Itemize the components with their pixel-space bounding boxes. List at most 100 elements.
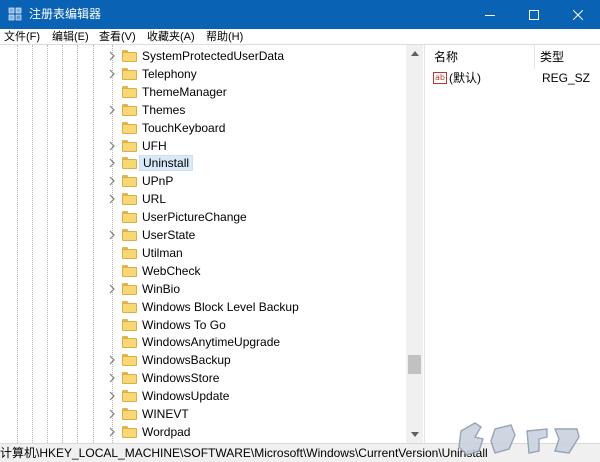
folder-icon [122,175,137,188]
folder-icon [122,264,137,277]
tree-item-label: WebCheck [142,263,201,278]
chevron-up-icon [410,51,419,56]
tree-item[interactable]: WindowsAnytimeUpgrade [0,333,406,351]
regedit-app-icon [8,7,22,21]
chevron-down-icon [410,432,419,437]
tree-item[interactable]: URL [0,190,406,208]
tree-item-label: Windows To Go [142,317,226,332]
chevron-right-icon[interactable] [107,283,117,295]
chevron-right-icon[interactable] [107,354,117,366]
menu-favorites[interactable]: 收藏夹(A) [147,30,195,44]
tree-item[interactable]: Wordpad [0,423,406,441]
column-header-name[interactable]: 名称 [434,45,534,69]
folder-icon [122,139,137,152]
current-key-path: 计算机\HKEY_LOCAL_MACHINE\SOFTWARE\Microsof… [0,446,488,460]
menu-help[interactable]: 帮助(H) [206,30,243,44]
tree-item[interactable]: Windows Block Level Backup [0,298,406,316]
tree-item-label: WindowsStore [142,371,220,386]
menu-bar: 文件(F) 编辑(E) 查看(V) 收藏夹(A) 帮助(H) [0,29,600,45]
folder-icon [122,50,137,62]
key-tree[interactable]: SystemProtectedUserData Telephony ThemeMan… [0,45,426,443]
tree-item[interactable]: Windows To Go [0,316,406,334]
tree-item-label: Telephony [142,66,197,81]
tree-item-label: UserState [142,228,196,242]
tree-item[interactable]: WindowsStore [0,369,406,387]
window-title: 注册表编辑器 [29,7,102,21]
scroll-down-button[interactable] [406,426,423,443]
value-row[interactable]: ab (默认) REG_SZ [428,69,600,87]
chevron-right-icon[interactable] [107,140,117,152]
tree-item-label: Themes [142,102,186,117]
folder-icon [122,372,137,385]
tree-item-label: SystemProtectedUserData [142,49,285,63]
tree-item[interactable]: TouchKeyboard [0,119,406,137]
chevron-right-icon[interactable] [107,68,117,80]
folder-icon [122,67,137,80]
maximize-icon [529,9,539,20]
chevron-right-icon[interactable] [107,372,117,384]
tree-item[interactable]: UFH [0,137,406,155]
tree-item-label: Utilman [142,245,183,260]
tree-item[interactable]: UPnP [0,172,406,190]
chevron-right-icon[interactable] [107,229,117,241]
folder-icon [122,408,137,420]
folder-icon [122,246,137,259]
tree-item-label: WINEVT [142,407,189,421]
value-name: (默认) [449,71,481,85]
column-divider[interactable] [534,45,535,69]
menu-edit[interactable]: 编辑(E) [52,30,89,44]
column-header-type[interactable]: 类型 [540,45,600,69]
tree-item-label: UPnP [142,174,174,189]
tree-item-label: URL [142,192,167,207]
tree-item[interactable]: ThemeManager [0,83,406,101]
chevron-right-icon[interactable] [107,50,117,62]
scroll-up-button[interactable] [406,45,423,62]
folder-icon [122,300,137,313]
tree-item-label: Windows Block Level Backup [142,299,299,314]
minimize-button[interactable] [468,0,512,29]
tree-item[interactable]: Themes [0,101,406,119]
values-list[interactable]: 名称 类型 ab (默认) REG_SZ [428,45,600,443]
tree-item[interactable]: Utilman [0,244,406,262]
tree-item[interactable]: Telephony [0,65,406,83]
watermark-logo [458,422,580,456]
tree-item-label: WindowsUpdate [142,389,230,404]
chevron-right-icon[interactable] [107,193,117,205]
menu-file[interactable]: 文件(F) [4,30,40,44]
tree-item-label: WindowsAnytimeUpgrade [142,335,281,350]
menu-view[interactable]: 查看(V) [99,30,136,44]
maximize-button[interactable] [512,0,556,29]
tree-item[interactable]: Uninstall [0,154,406,172]
folder-icon [122,336,137,349]
tree-item-label: UFH [142,138,167,153]
folder-icon [122,157,137,170]
chevron-right-icon[interactable] [107,175,117,187]
tree-scrollbar[interactable] [406,45,423,443]
tree-item[interactable]: UserPictureChange [0,208,406,226]
tree-item[interactable]: WebCheck [0,262,406,280]
tree-item-label: ThemeManager [142,84,227,99]
tree-item[interactable]: SystemProtectedUserData [0,47,406,65]
value-type: REG_SZ [542,71,591,85]
scroll-thumb[interactable] [408,355,421,375]
tree-item[interactable]: WinBio [0,280,406,298]
tree-item[interactable]: WindowsUpdate [0,387,406,405]
chevron-right-icon[interactable] [107,426,117,438]
chevron-right-icon[interactable] [107,408,117,420]
chevron-right-icon[interactable] [107,157,117,169]
tree-item-label: TouchKeyboard [142,120,226,135]
close-button[interactable] [556,0,600,29]
tree-item[interactable]: UserState [0,226,406,244]
close-icon [573,9,583,20]
tree-item[interactable]: WindowsBackup [0,351,406,369]
string-value-icon: ab [433,72,447,84]
folder-icon [122,282,137,295]
tree-item-label: WindowsBackup [142,353,231,368]
folder-icon [122,425,137,438]
minimize-icon [485,14,495,16]
title-bar[interactable]: 注册表编辑器 [0,0,600,29]
chevron-right-icon[interactable] [107,104,117,116]
folder-icon [122,211,137,224]
tree-item[interactable]: WINEVT [0,405,406,423]
chevron-right-icon[interactable] [107,390,117,402]
